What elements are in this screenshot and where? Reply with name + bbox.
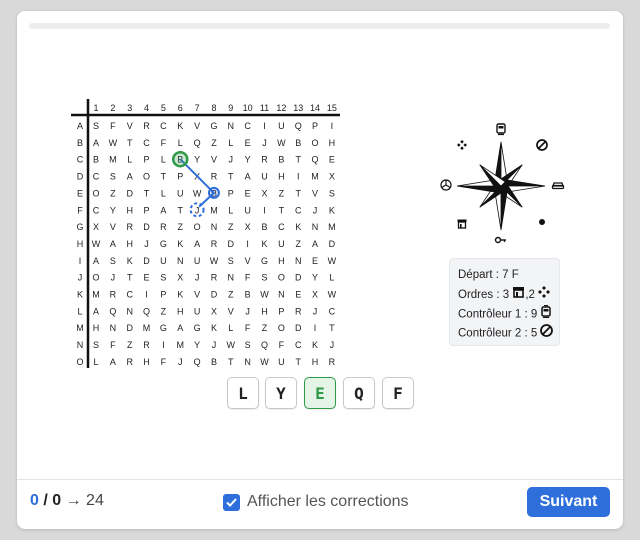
controleur1-info: Contrôleur 1 : 9	[458, 304, 552, 324]
score-total: 0	[52, 492, 62, 509]
footer-divider	[17, 479, 623, 480]
key-icon	[494, 236, 506, 244]
score-target: → 24	[61, 492, 104, 509]
no-entry-icon	[540, 324, 554, 343]
tram-icon	[496, 123, 506, 136]
score-separator: /	[38, 492, 53, 509]
score-display: 0 / 0 → 24	[30, 492, 104, 510]
show-corrections-label: Afficher les corrections	[247, 493, 409, 510]
controleur2-info: Contrôleur 2 : 5	[458, 324, 554, 343]
shop-icon	[457, 219, 467, 229]
car-icon	[551, 182, 565, 190]
controleur1-text: Contrôleur 1 : 9	[458, 308, 538, 321]
answer-button-1[interactable]: L	[227, 377, 259, 409]
info-panel: Départ : 7 F Ordres : 3 ,2 Contrôleur 1 …	[449, 258, 560, 346]
answer-button-5[interactable]: F	[382, 377, 414, 409]
ordres-info: Ordres : 3 ,2	[458, 286, 551, 304]
mercedes-icon	[440, 179, 452, 191]
compass-rose	[440, 123, 565, 244]
answer-button-2[interactable]: Y	[265, 377, 297, 409]
answer-button-4[interactable]: Q	[343, 377, 375, 409]
controleur2-text: Contrôleur 2 : 5	[458, 327, 538, 340]
answer-button-3[interactable]: E	[304, 377, 336, 409]
diamond-icon	[538, 286, 551, 304]
next-button[interactable]: Suivant	[527, 487, 610, 517]
depart-info: Départ : 7 F	[458, 269, 519, 281]
diamond-icon	[457, 140, 467, 150]
quiz-card: 1 2 3 4 5 6 7 8 9 10 11 12 13 14 15 A B C D E F G H I J K L M N O S F V R…	[17, 11, 623, 529]
show-corrections-checkbox[interactable]	[223, 493, 240, 511]
show-corrections-toggle[interactable]: Afficher les corrections	[223, 491, 409, 513]
shop-icon	[512, 286, 525, 304]
ordres-mid: ,2	[525, 289, 535, 302]
score-current: 0	[30, 492, 39, 509]
compass-star	[456, 141, 546, 231]
dot-icon	[539, 219, 545, 225]
tram-icon	[540, 304, 552, 324]
no-entry-icon	[536, 139, 548, 151]
ordres-prefix: Ordres : 3	[458, 289, 510, 302]
checkmark-icon	[226, 497, 237, 507]
